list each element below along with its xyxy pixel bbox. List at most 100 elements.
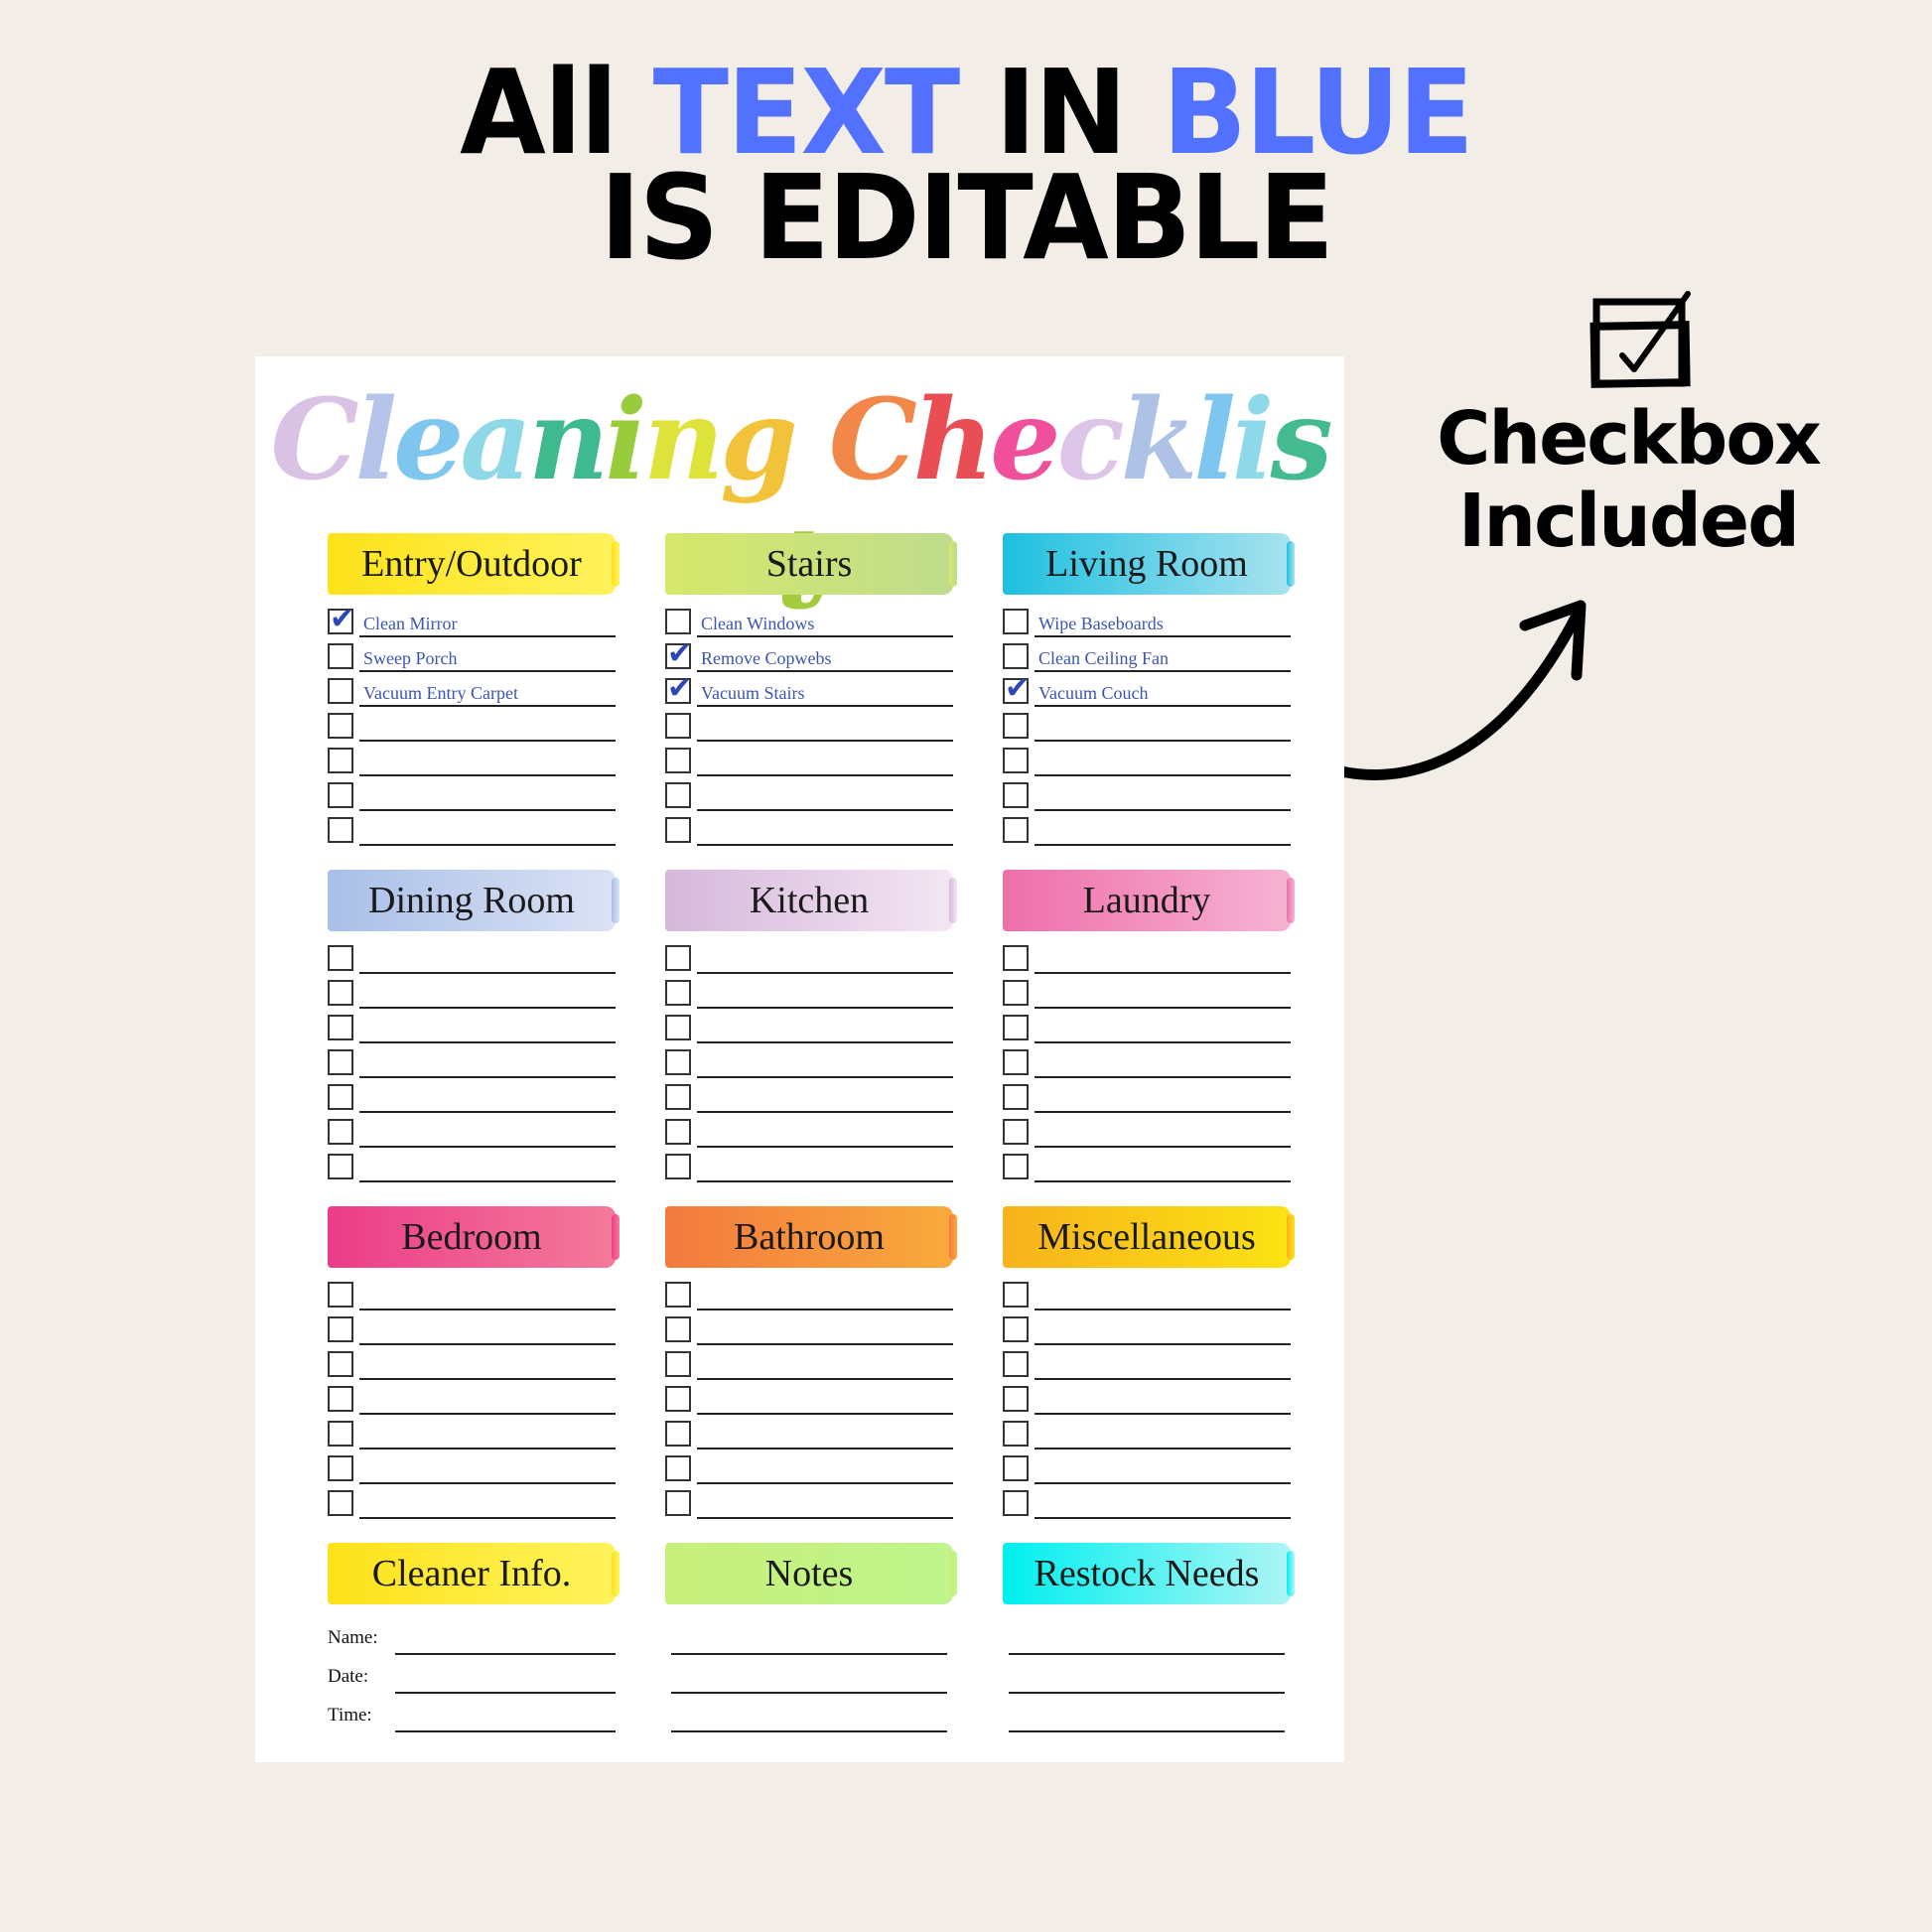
task-text-field[interactable]: [1035, 749, 1291, 776]
task-checkbox[interactable]: [665, 1015, 691, 1040]
task-text-field[interactable]: [697, 783, 953, 811]
task-checkbox[interactable]: [328, 1421, 353, 1447]
task-text-field[interactable]: [1035, 1491, 1291, 1519]
task-checkbox[interactable]: [1003, 1282, 1029, 1308]
task-text-field[interactable]: [359, 1283, 616, 1311]
task-text-field[interactable]: [359, 1155, 616, 1182]
task-text-field[interactable]: [697, 1085, 953, 1113]
task-checkbox[interactable]: ✔: [665, 639, 692, 669]
task-checkbox[interactable]: [328, 1119, 353, 1145]
field-input[interactable]: [395, 1623, 616, 1655]
task-text-field[interactable]: [1035, 1085, 1291, 1113]
task-checkbox[interactable]: [328, 1386, 353, 1412]
task-checkbox[interactable]: [328, 1351, 353, 1377]
task-text-field[interactable]: [1035, 1352, 1291, 1380]
task-checkbox[interactable]: [1003, 748, 1029, 773]
field-input[interactable]: [1009, 1662, 1285, 1694]
task-text-field[interactable]: [697, 1283, 953, 1311]
task-text-field[interactable]: [359, 981, 616, 1009]
task-checkbox[interactable]: [328, 980, 353, 1006]
task-checkbox[interactable]: [1003, 1316, 1029, 1342]
task-checkbox[interactable]: ✔: [1003, 674, 1030, 704]
task-checkbox[interactable]: [1003, 1154, 1029, 1179]
task-checkbox[interactable]: [328, 1316, 353, 1342]
task-checkbox[interactable]: [328, 782, 353, 808]
task-text-field[interactable]: [697, 1120, 953, 1148]
task-text-field[interactable]: [1035, 1456, 1291, 1484]
task-text-field[interactable]: [697, 946, 953, 974]
task-checkbox[interactable]: [665, 1351, 691, 1377]
task-checkbox[interactable]: [328, 1455, 353, 1481]
task-text-field[interactable]: [359, 1016, 616, 1043]
task-text-field[interactable]: [359, 714, 616, 742]
task-text-field[interactable]: [359, 1387, 616, 1415]
task-text-field[interactable]: [697, 1016, 953, 1043]
task-text-field[interactable]: [697, 749, 953, 776]
task-text-field[interactable]: [1035, 1422, 1291, 1449]
task-checkbox[interactable]: [665, 748, 691, 773]
task-text-field[interactable]: Sweep Porch: [359, 644, 616, 672]
task-checkbox[interactable]: [328, 1084, 353, 1110]
task-text-field[interactable]: Clean Windows: [697, 610, 953, 637]
task-checkbox[interactable]: [665, 782, 691, 808]
task-checkbox[interactable]: [328, 678, 353, 704]
task-checkbox[interactable]: [1003, 1049, 1029, 1075]
task-checkbox[interactable]: [1003, 1015, 1029, 1040]
task-checkbox[interactable]: [665, 1084, 691, 1110]
task-text-field[interactable]: [1035, 1155, 1291, 1182]
task-text-field[interactable]: [359, 1317, 616, 1345]
task-text-field[interactable]: [697, 818, 953, 846]
task-checkbox[interactable]: [1003, 1084, 1029, 1110]
task-checkbox[interactable]: [665, 1049, 691, 1075]
task-text-field[interactable]: [1035, 1387, 1291, 1415]
task-text-field[interactable]: [359, 1422, 616, 1449]
task-text-field[interactable]: Vacuum Stairs: [697, 679, 953, 707]
field-input[interactable]: [1009, 1701, 1285, 1732]
task-text-field[interactable]: [359, 1120, 616, 1148]
field-input[interactable]: [395, 1662, 616, 1694]
task-text-field[interactable]: [1035, 946, 1291, 974]
task-text-field[interactable]: Vacuum Couch: [1035, 679, 1291, 707]
task-text-field[interactable]: Vacuum Entry Carpet: [359, 679, 616, 707]
task-text-field[interactable]: [1035, 783, 1291, 811]
task-checkbox[interactable]: [328, 748, 353, 773]
task-text-field[interactable]: [1035, 1317, 1291, 1345]
task-checkbox[interactable]: [1003, 980, 1029, 1006]
task-text-field[interactable]: [359, 1085, 616, 1113]
task-checkbox[interactable]: [328, 643, 353, 669]
task-checkbox[interactable]: [665, 1316, 691, 1342]
task-checkbox[interactable]: [1003, 1490, 1029, 1516]
task-checkbox[interactable]: [665, 1421, 691, 1447]
field-input[interactable]: [671, 1701, 947, 1732]
task-text-field[interactable]: [697, 1352, 953, 1380]
task-checkbox[interactable]: [665, 945, 691, 971]
field-input[interactable]: [1009, 1623, 1285, 1655]
task-checkbox[interactable]: [328, 1490, 353, 1516]
task-checkbox[interactable]: [665, 713, 691, 739]
task-checkbox[interactable]: [1003, 782, 1029, 808]
task-checkbox[interactable]: [665, 609, 691, 634]
task-checkbox[interactable]: [1003, 609, 1029, 634]
task-text-field[interactable]: [359, 946, 616, 974]
task-checkbox[interactable]: [665, 1386, 691, 1412]
task-checkbox[interactable]: [1003, 713, 1029, 739]
task-checkbox[interactable]: [665, 1490, 691, 1516]
task-text-field[interactable]: [359, 1491, 616, 1519]
task-checkbox[interactable]: [1003, 1421, 1029, 1447]
field-input[interactable]: [671, 1662, 947, 1694]
task-checkbox[interactable]: [328, 1282, 353, 1308]
task-checkbox[interactable]: [1003, 1386, 1029, 1412]
task-text-field[interactable]: Remove Copwebs: [697, 644, 953, 672]
task-text-field[interactable]: Clean Ceiling Fan: [1035, 644, 1291, 672]
task-text-field[interactable]: [1035, 1016, 1291, 1043]
task-text-field[interactable]: [1035, 1283, 1291, 1311]
task-text-field[interactable]: [697, 1050, 953, 1078]
task-text-field[interactable]: [1035, 1120, 1291, 1148]
task-checkbox[interactable]: [328, 945, 353, 971]
task-text-field[interactable]: [359, 1352, 616, 1380]
task-checkbox[interactable]: [665, 1119, 691, 1145]
task-checkbox[interactable]: [1003, 945, 1029, 971]
task-checkbox[interactable]: [328, 1049, 353, 1075]
task-checkbox[interactable]: [328, 1015, 353, 1040]
task-checkbox[interactable]: [1003, 1455, 1029, 1481]
